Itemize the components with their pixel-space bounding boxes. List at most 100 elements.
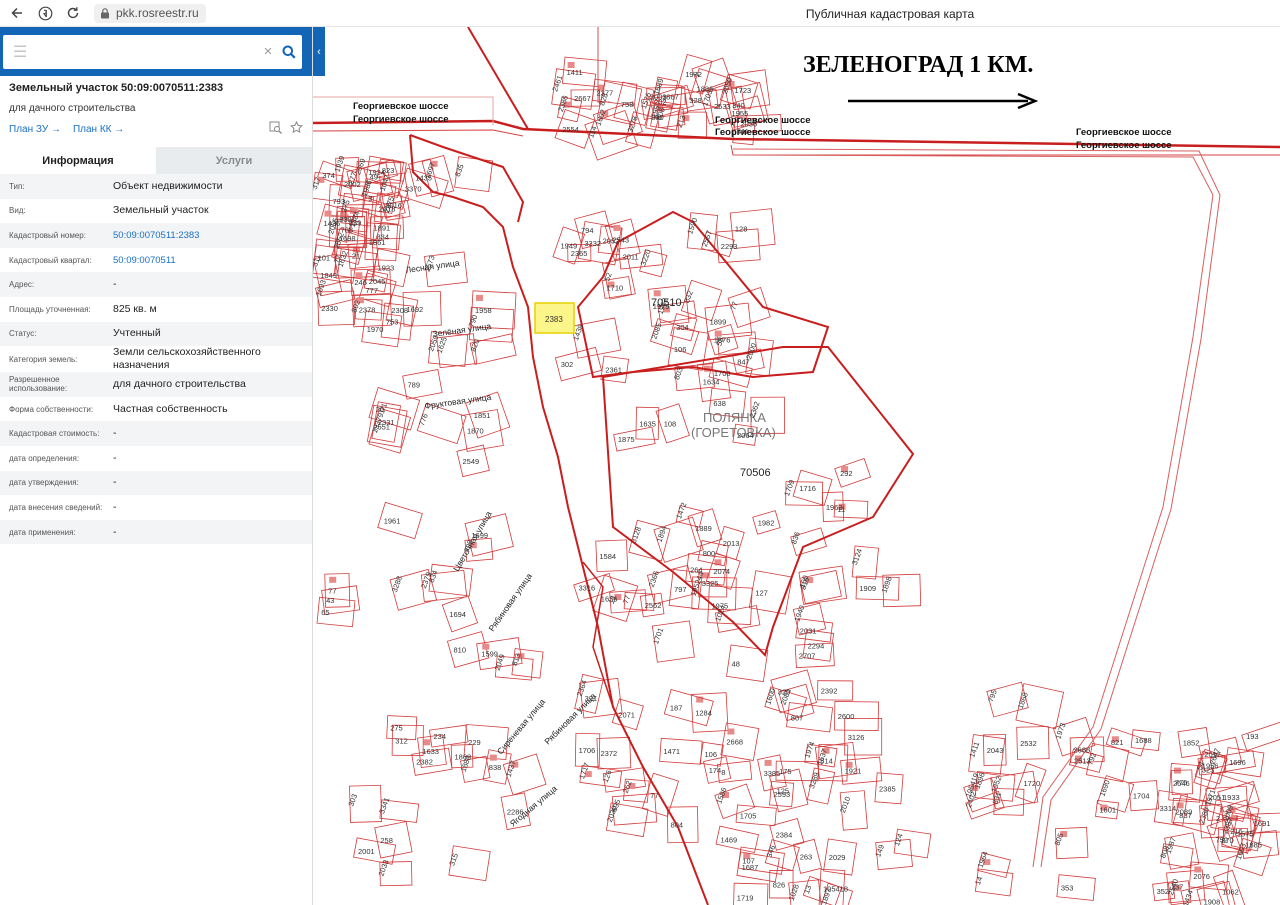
tab-services[interactable]: Услуги <box>156 147 312 174</box>
parcel-number: 2382 <box>416 758 433 767</box>
search-box: ☰ × <box>3 34 302 69</box>
parcel-number: 832 <box>682 289 695 304</box>
parcel-number: 1972 <box>685 70 702 79</box>
yandex-icon[interactable] <box>34 2 56 24</box>
parcel-number: 258 <box>380 836 393 845</box>
parcel-number: 374 <box>322 171 335 180</box>
parcel-number: 2 <box>1216 814 1220 823</box>
parcel-number: 870 <box>1221 836 1234 845</box>
search-icon[interactable] <box>276 45 302 59</box>
parcel-number: 1940 <box>792 604 806 623</box>
parcel-number: 807 <box>791 713 804 722</box>
tab-info[interactable]: Информация <box>0 147 156 174</box>
menu-icon[interactable]: ☰ <box>13 42 31 62</box>
star-icon[interactable] <box>290 120 303 137</box>
parcel-number: 2554 <box>562 125 579 134</box>
address-bar[interactable]: pkk.rosreestr.ru <box>94 3 206 23</box>
map-canvas[interactable]: Георгиевское шоссе Георгиевское шоссе Геор… <box>313 27 1280 905</box>
parcel-number: 826 <box>773 880 786 889</box>
parcel-number: 2543 <box>612 236 629 245</box>
parcel-number: 8 <box>721 768 725 777</box>
cadastral-map[interactable]: Георгиевское шоссе Георгиевское шоссе Геор… <box>313 27 1280 905</box>
parcel-number: 275 <box>390 724 403 733</box>
back-icon[interactable] <box>6 2 28 24</box>
road-label: Георгиевское шоссе <box>353 114 449 125</box>
parcel-number: 1723 <box>735 86 752 95</box>
parcel-number: 1633 <box>422 747 439 756</box>
parcel-number: 43 <box>326 596 334 605</box>
parcel-number: 3288 <box>390 575 404 594</box>
zoom-to-object-icon[interactable] <box>269 121 282 137</box>
parcel-number: 810 <box>454 646 467 655</box>
parcel-number: 2331 <box>378 418 395 427</box>
attribute-value[interactable]: 50:09:0070511 <box>113 254 303 267</box>
attribute-value[interactable]: 50:09:0070511:2383 <box>113 229 303 242</box>
parcel-number: 3332 <box>584 239 601 248</box>
plan-kk-link[interactable]: План КК → <box>73 124 124 135</box>
parcel-number: 2667 <box>574 94 591 103</box>
parcel-number: 292 <box>840 469 853 478</box>
attribute-row: Вид: Земельный участок <box>0 199 312 224</box>
info-tabs: Информация Услуги <box>0 147 312 174</box>
attribute-row: Статус: Учтенный <box>0 321 312 347</box>
attribute-row: Площадь уточненная: 825 кв. м <box>0 297 312 322</box>
road-label: Георгиевское шоссе <box>353 101 449 112</box>
parcel-number: 65 <box>321 608 329 617</box>
parcel-number: 263 <box>800 852 813 861</box>
attribute-label: Разрешенное использование: <box>9 375 68 394</box>
attribute-row: дата применения: - <box>0 519 312 545</box>
reload-icon[interactable] <box>62 2 84 24</box>
parcel-number: 1411 <box>967 740 981 758</box>
parcel-number: 2600 <box>838 712 855 721</box>
plan-links: План ЗУ → План КК → <box>0 117 312 141</box>
parcel-number: 1886 <box>697 85 714 94</box>
parcel-number: 1584 <box>599 552 616 561</box>
parcel-number: 3316 <box>579 584 596 593</box>
search-input[interactable] <box>31 36 260 67</box>
parcel-number: 304 <box>676 323 689 332</box>
parcel-number: 836 <box>789 531 802 546</box>
parcel-number: 1437 <box>504 759 518 778</box>
parcel-number: 1599 <box>481 650 498 659</box>
attributes-table: Тип: Объект недвижимости Вид: Земельный уча… <box>0 174 312 545</box>
parcel-number: 174 <box>709 766 722 775</box>
parcel-number: 2043 <box>987 746 1004 755</box>
parcel-number: 1436 <box>324 219 341 228</box>
parcel-number: 1921 <box>845 767 862 776</box>
parcel-number: 1688 <box>1135 736 1152 745</box>
attribute-value: - <box>113 451 117 464</box>
attribute-label: дата утверждения: <box>9 478 79 488</box>
parcel-number: 1891 <box>374 224 391 233</box>
parcel-number: 2378 <box>359 306 376 315</box>
parcel-number: 2017 <box>1204 750 1221 759</box>
attribute-label: Адрес: <box>9 280 35 290</box>
parcel-number: 321 <box>585 694 598 703</box>
parcel-number: 1636 <box>601 594 618 603</box>
parcel-number: 800 <box>703 549 716 558</box>
building <box>423 739 431 746</box>
parcel-number: 758 <box>621 100 634 109</box>
parcel-number: 77 <box>728 300 739 311</box>
parcel-number: 2002 <box>344 180 361 189</box>
parcel-number: 776 <box>417 412 430 427</box>
parcel-number: 1889 <box>695 524 712 533</box>
attribute-value: Учтенный <box>113 327 161 340</box>
building <box>476 294 483 301</box>
plan-zu-link[interactable]: План ЗУ → <box>9 124 61 135</box>
parcel-number: 1720 <box>1024 779 1041 788</box>
parcel-number: 1939 <box>332 155 346 174</box>
collapse-sidebar-button[interactable]: ‹ <box>313 27 325 76</box>
parcel-number: 1471 <box>663 747 680 756</box>
parcel-number: 789 <box>408 380 421 389</box>
attribute-value: Частная собственность <box>113 402 228 415</box>
close-icon[interactable]: × <box>260 43 276 60</box>
parcel-number: 753 <box>386 318 399 327</box>
boundary-line <box>467 27 529 130</box>
road-label: Георгиевское шоссе <box>715 127 811 138</box>
parcel-number: 1897 <box>819 887 833 905</box>
building <box>324 210 332 217</box>
parcel-number: 187 <box>670 704 683 713</box>
field-boundary <box>732 148 1221 868</box>
parcel-number: 262 <box>621 779 634 794</box>
attribute-label: Тип: <box>9 181 25 191</box>
